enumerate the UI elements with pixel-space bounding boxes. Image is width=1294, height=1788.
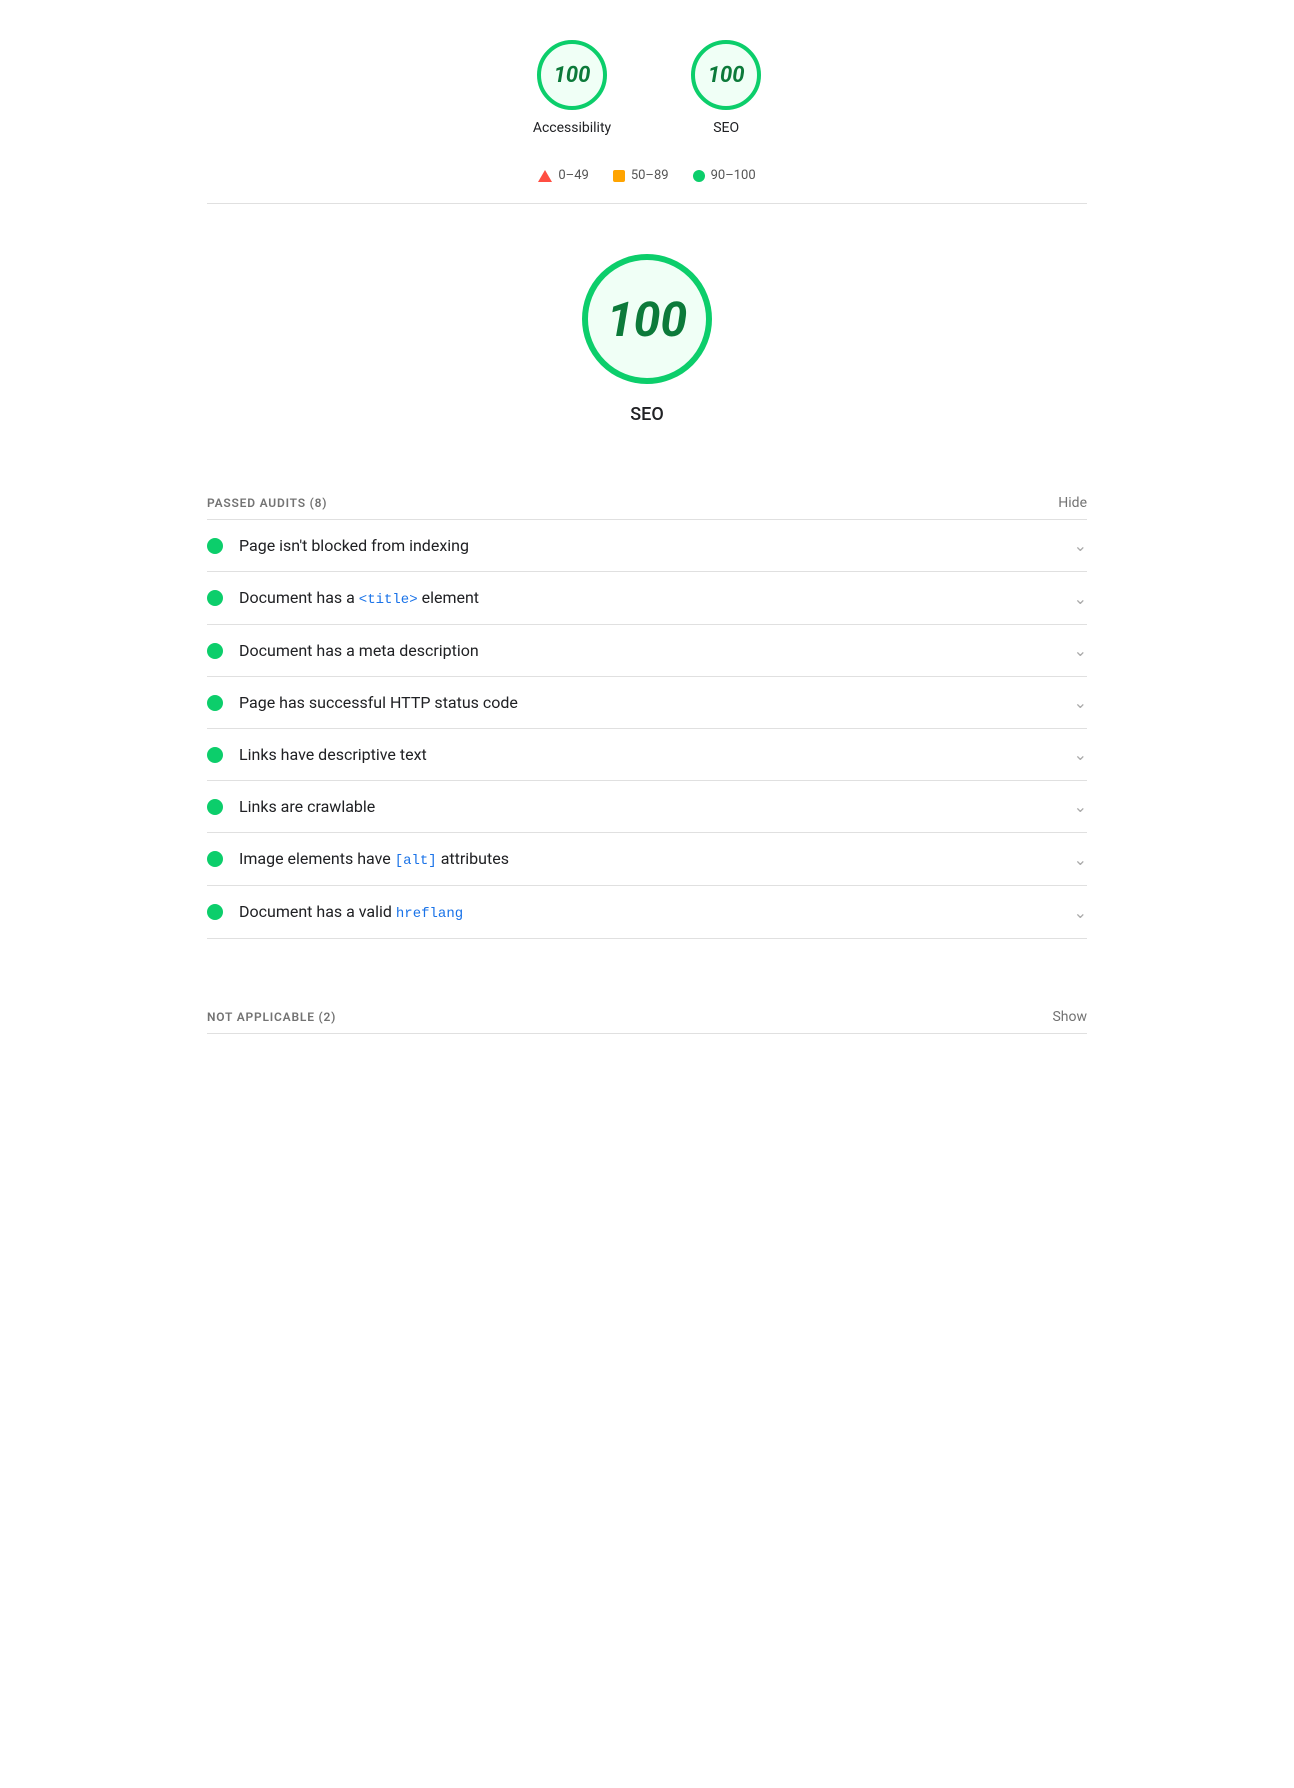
audit-item-title-element: Document has a <title> element ⌄: [207, 572, 1087, 625]
seo-score-label-large: SEO: [630, 404, 663, 425]
audit-text-http-status: Page has successful HTTP status code: [239, 693, 518, 712]
seo-score-value-small: 100: [708, 63, 745, 88]
seo-score-label-small: SEO: [713, 120, 739, 136]
hide-button[interactable]: Hide: [1058, 495, 1087, 511]
audit-pass-dot: [207, 904, 223, 920]
audit-text-no-indexing-blocked: Page isn't blocked from indexing: [239, 536, 469, 555]
legend-pass: 90–100: [693, 168, 756, 183]
legend-average-label: 50–89: [631, 168, 669, 183]
seo-score-item: 100 SEO: [691, 40, 761, 136]
pass-icon: [693, 170, 705, 182]
chevron-down-icon[interactable]: ⌄: [1074, 693, 1087, 712]
audit-pass-dot: [207, 590, 223, 606]
show-button[interactable]: Show: [1052, 1009, 1087, 1025]
audit-text-descriptive-links: Links have descriptive text: [239, 745, 427, 764]
not-applicable-divider: [207, 1033, 1087, 1034]
title-code-tag: <title>: [359, 592, 418, 608]
audit-item-hreflang: Document has a valid hreflang ⌄: [207, 886, 1087, 939]
score-legend: 0–49 50–89 90–100: [207, 156, 1087, 203]
audit-text-crawlable-links: Links are crawlable: [239, 797, 375, 816]
accessibility-score-value: 100: [554, 63, 591, 88]
hreflang-code-tag: hreflang: [396, 906, 463, 922]
audit-pass-dot: [207, 538, 223, 554]
audit-text-alt-attributes: Image elements have [alt] attributes: [239, 849, 509, 869]
chevron-down-icon[interactable]: ⌄: [1074, 797, 1087, 816]
average-icon: [613, 170, 625, 182]
accessibility-score-circle: 100: [537, 40, 607, 110]
audit-pass-dot: [207, 851, 223, 867]
passed-audits-title: PASSED AUDITS (8): [207, 496, 327, 510]
chevron-down-icon[interactable]: ⌄: [1074, 850, 1087, 869]
audit-item-http-status: Page has successful HTTP status code ⌄: [207, 677, 1087, 729]
audit-pass-dot: [207, 643, 223, 659]
chevron-down-icon[interactable]: ⌄: [1074, 641, 1087, 660]
accessibility-score-label: Accessibility: [533, 120, 611, 136]
top-scores-section: 100 Accessibility 100 SEO: [207, 0, 1087, 156]
chevron-down-icon[interactable]: ⌄: [1074, 536, 1087, 555]
legend-pass-label: 90–100: [711, 168, 756, 183]
seo-score-value-large: 100: [607, 291, 687, 348]
audit-pass-dot: [207, 747, 223, 763]
alt-code-tag: [alt]: [395, 853, 437, 869]
not-applicable-title: NOT APPLICABLE (2): [207, 1010, 336, 1024]
audit-item-no-indexing-blocked: Page isn't blocked from indexing ⌄: [207, 520, 1087, 572]
audit-item-alt-attributes: Image elements have [alt] attributes ⌄: [207, 833, 1087, 886]
audit-pass-dot: [207, 695, 223, 711]
main-score-section: 100 SEO: [207, 204, 1087, 465]
accessibility-score-item: 100 Accessibility: [533, 40, 611, 136]
seo-score-circle-small: 100: [691, 40, 761, 110]
legend-fail: 0–49: [538, 168, 588, 183]
audit-item-descriptive-links: Links have descriptive text ⌄: [207, 729, 1087, 781]
legend-fail-label: 0–49: [558, 168, 588, 183]
seo-score-circle-large: 100: [582, 254, 712, 384]
legend-average: 50–89: [613, 168, 669, 183]
audit-item-crawlable-links: Links are crawlable ⌄: [207, 781, 1087, 833]
audit-text-meta-description: Document has a meta description: [239, 641, 479, 660]
chevron-down-icon[interactable]: ⌄: [1074, 589, 1087, 608]
passed-audits-header: PASSED AUDITS (8) Hide: [207, 465, 1087, 519]
not-applicable-section: NOT APPLICABLE (2) Show: [207, 939, 1087, 1034]
chevron-down-icon[interactable]: ⌄: [1074, 745, 1087, 764]
audit-pass-dot: [207, 799, 223, 815]
audit-list: Page isn't blocked from indexing ⌄ Docum…: [207, 519, 1087, 939]
fail-icon: [538, 170, 552, 182]
audit-text-title-element: Document has a <title> element: [239, 588, 479, 608]
not-applicable-header: NOT APPLICABLE (2) Show: [207, 979, 1087, 1033]
audit-text-hreflang: Document has a valid hreflang: [239, 902, 463, 922]
audit-item-meta-description: Document has a meta description ⌄: [207, 625, 1087, 677]
chevron-down-icon[interactable]: ⌄: [1074, 903, 1087, 922]
